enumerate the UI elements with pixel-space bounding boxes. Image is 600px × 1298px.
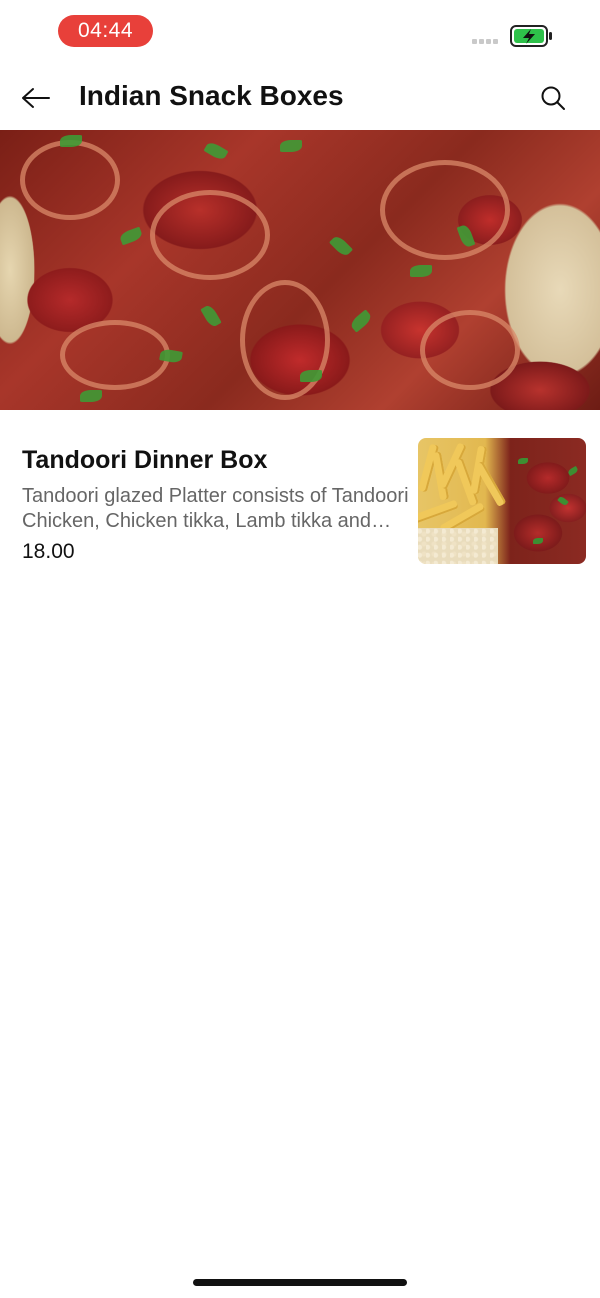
status-time: 04:44 <box>58 15 153 47</box>
search-button[interactable] <box>533 78 573 118</box>
search-icon <box>541 86 565 110</box>
home-indicator[interactable] <box>193 1279 407 1286</box>
item-name: Tandoori Dinner Box <box>22 446 268 474</box>
item-price: 18.00 <box>22 540 75 563</box>
menu-item[interactable]: Tandoori Dinner Box Tandoori glazed Plat… <box>0 410 600 580</box>
page-title: Indian Snack Boxes <box>79 80 344 111</box>
arrow-left-icon <box>22 88 50 108</box>
item-description: Tandoori glazed Platter consists of Tand… <box>22 485 409 532</box>
battery-charging-icon <box>510 25 552 47</box>
app-header: Indian Snack Boxes <box>0 64 600 130</box>
status-bar: 04:44 <box>0 0 600 64</box>
back-button[interactable] <box>16 78 56 118</box>
signal-icon <box>472 39 498 44</box>
item-thumbnail <box>418 438 586 564</box>
hero-image <box>0 130 600 410</box>
